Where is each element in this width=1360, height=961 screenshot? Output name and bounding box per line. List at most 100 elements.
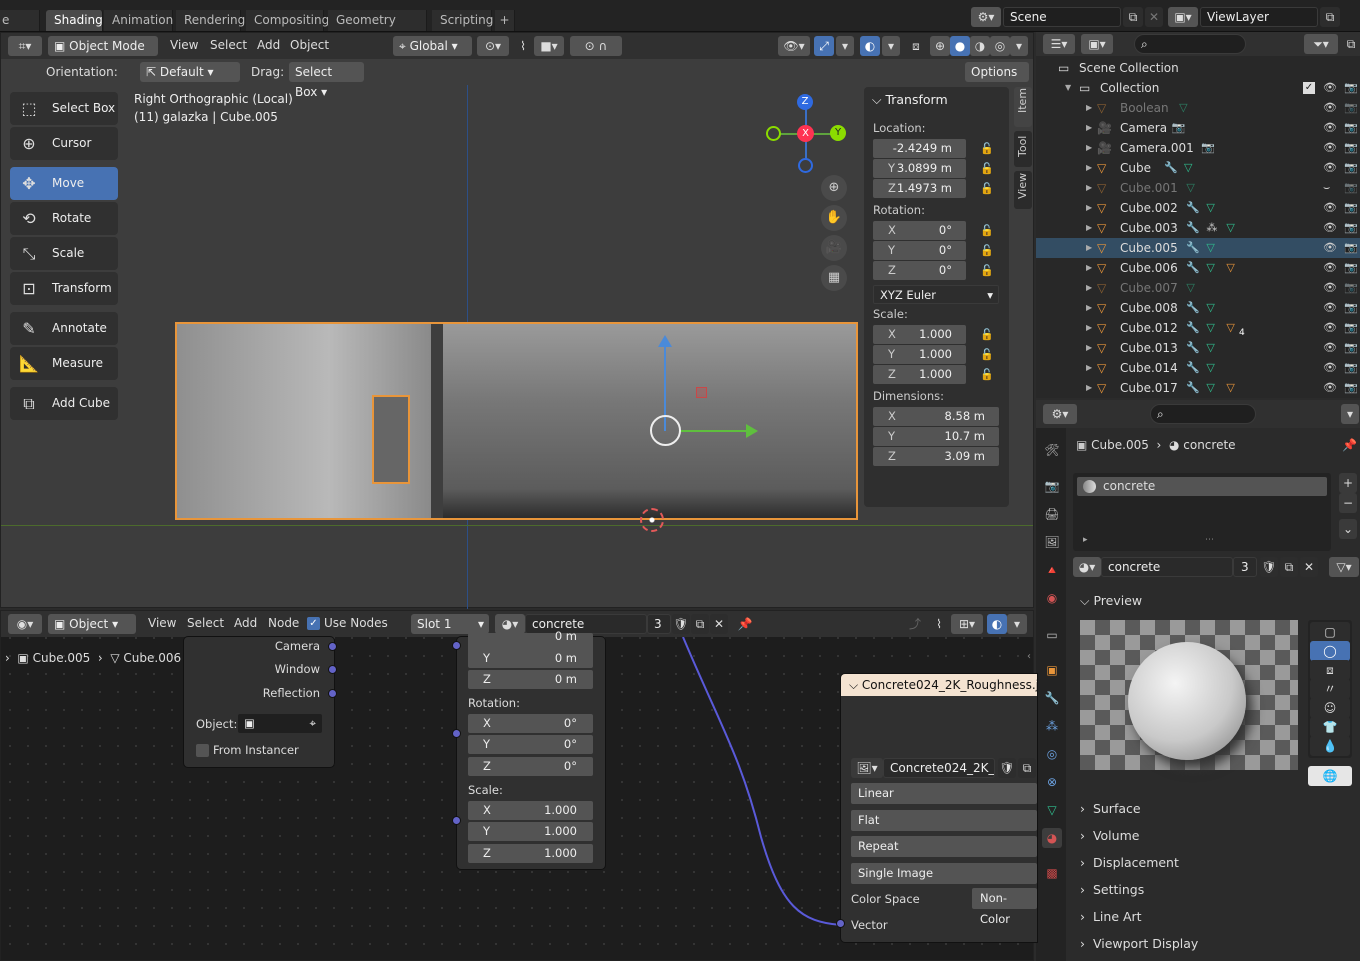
tab-texture-paint[interactable]: e Paint bbox=[0, 10, 40, 48]
dimensions-x-field[interactable]: X 8.58 m bbox=[873, 407, 999, 426]
outliner-row[interactable]: ▶ ▽ Cube.003 🔧 ⁂ ▽ 👁 📷 bbox=[1036, 218, 1360, 238]
new-scene-icon[interactable]: ⧉ bbox=[1123, 7, 1143, 27]
world-tab-icon[interactable]: ◉ bbox=[1042, 588, 1062, 608]
tool-cursor[interactable]: ⊕ Cursor bbox=[10, 127, 118, 160]
remove-slot-button[interactable]: − bbox=[1339, 493, 1357, 513]
object-tab-icon[interactable]: ▣ bbox=[1042, 660, 1062, 680]
preview-cube-icon[interactable]: ⧈ bbox=[1310, 660, 1350, 680]
ne-overlays-icon[interactable]: ◐ bbox=[987, 614, 1007, 634]
zoom-icon[interactable]: ⊕ bbox=[821, 175, 847, 201]
properties-search-input[interactable]: ⌕ bbox=[1150, 404, 1256, 424]
render-camera-icon[interactable]: 📷 bbox=[1344, 298, 1358, 318]
texture-tab-icon[interactable]: ▩ bbox=[1042, 863, 1062, 883]
node-editor-type-icon[interactable]: ◉▾ bbox=[8, 614, 42, 634]
camera-view-icon[interactable]: 🎥 bbox=[821, 235, 847, 261]
section-volume[interactable]: › Volume bbox=[1080, 828, 1139, 843]
properties-editor-type-icon[interactable]: ⚙▾ bbox=[1043, 404, 1077, 424]
outliner-row[interactable]: ▶ ▽ Cube.005 🔧 ▽ 👁 📷 bbox=[1036, 238, 1360, 258]
gizmo-plane-handle[interactable] bbox=[696, 387, 707, 398]
eye-icon[interactable]: 👁 bbox=[1323, 218, 1337, 238]
data-tab-icon[interactable]: ▽ bbox=[1042, 800, 1062, 820]
mapping-scale-y-field[interactable]: Y 1.000 bbox=[468, 822, 593, 841]
list-expand-icon[interactable]: ▸ bbox=[1083, 535, 1088, 545]
material-slot-row[interactable]: concrete bbox=[1077, 477, 1327, 496]
tool-add-cube[interactable]: ⧉ Add Cube bbox=[10, 387, 118, 420]
eye-icon[interactable]: 👁 bbox=[1323, 358, 1337, 378]
tab-animation[interactable]: Animation bbox=[104, 10, 173, 31]
render-camera-icon[interactable]: 📷 bbox=[1344, 158, 1358, 178]
display-mode-icon[interactable]: ▣▾ bbox=[1081, 34, 1113, 54]
3d-cursor[interactable] bbox=[640, 508, 664, 532]
render-camera-icon[interactable]: 📷 bbox=[1344, 98, 1358, 118]
outliner-row[interactable]: ▶ ▽ Cube 🔧 ▽ 👁 📷 bbox=[1036, 158, 1360, 178]
section-viewport-display[interactable]: › Viewport Display bbox=[1080, 936, 1198, 951]
options-dropdown[interactable]: Options ▾ bbox=[965, 62, 1029, 99]
outliner-search-input[interactable]: ⌕ bbox=[1134, 34, 1246, 54]
outliner-row[interactable]: ▶ ▽ Boolean ▽ 👁 📷 bbox=[1036, 98, 1360, 118]
ne-snap-target-icon[interactable]: ⊞▾ bbox=[951, 614, 983, 634]
overlays-options-icon[interactable]: ▾ bbox=[882, 36, 900, 56]
outliner-row[interactable]: ▶ ▽ Cube.017 🔧 ▽ ▽ 👁 📷 bbox=[1036, 378, 1360, 398]
material-shading-icon[interactable]: ◑ bbox=[970, 36, 990, 56]
rendered-shading-icon[interactable]: ◎ bbox=[990, 36, 1010, 56]
new-collection-icon[interactable]: ⧉ bbox=[1342, 34, 1360, 54]
preview-hair-icon[interactable]: 〃 bbox=[1310, 679, 1350, 699]
image-node-header[interactable]: ⌵ Concrete024_2K_Roughness.jpg bbox=[841, 674, 1037, 696]
gizmo-toggle-icon[interactable]: ⤢ bbox=[814, 36, 834, 56]
mesh-data-icon[interactable]: ▽ bbox=[1206, 338, 1214, 358]
preview-fluid-icon[interactable]: 💧 bbox=[1310, 736, 1350, 756]
unlink-material-icon[interactable]: ✕ bbox=[1300, 557, 1318, 577]
expand-icon[interactable]: ▶ bbox=[1086, 238, 1092, 258]
render-camera-icon[interactable]: 📷 bbox=[1344, 78, 1358, 98]
lock-icon[interactable]: 🔓 bbox=[980, 244, 994, 257]
modifier-icon[interactable]: 🔧 bbox=[1164, 158, 1178, 178]
lock-icon[interactable]: 🔓 bbox=[980, 142, 994, 155]
scene-selector-icon[interactable]: ⚙▾ bbox=[971, 7, 1001, 27]
eye-icon[interactable]: 👁 bbox=[1323, 258, 1337, 278]
eye-icon[interactable]: 👁 bbox=[1323, 378, 1337, 398]
outliner[interactable]: ☰▾ ▣▾ ⌕ ⏷▾ ⧉ ▭ Scene Collection ▼ ▭ Collect… bbox=[1036, 32, 1360, 398]
image-fake-user-icon[interactable]: 🛡 bbox=[998, 758, 1016, 778]
scale-z-field[interactable]: Z 1.000 bbox=[873, 365, 966, 384]
expand-icon[interactable]: ▼ bbox=[1065, 78, 1071, 98]
outliner-row[interactable]: ▶ ▽ Cube.001 ▽ ⌣ 📷 bbox=[1036, 178, 1360, 198]
mode-dropdown[interactable]: ▣ Object Mode ▾ bbox=[48, 36, 158, 73]
ne-menu-add[interactable]: Add bbox=[234, 616, 257, 630]
3d-viewport[interactable]: ⌗▾ ▣ Object Mode ▾ View Select Add Objec… bbox=[0, 32, 1034, 609]
output-tab-icon[interactable]: 🖨 bbox=[1042, 504, 1062, 524]
mesh-data-icon[interactable]: ▽ bbox=[1206, 358, 1214, 378]
outliner-row[interactable]: ▶ ▽ Cube.002 🔧 ▽ 👁 📷 bbox=[1036, 198, 1360, 218]
expand-icon[interactable]: ▶ bbox=[1086, 158, 1092, 178]
snap-icon[interactable]: ⌇ bbox=[514, 36, 532, 56]
material-slot-list[interactable]: concrete ▸ ⋯ bbox=[1073, 473, 1331, 551]
mapping-location-y-field[interactable]: Y 0 m bbox=[468, 649, 593, 668]
mesh-data-icon[interactable]: ▽ bbox=[1206, 298, 1214, 318]
render-tab-icon[interactable]: 📷 bbox=[1042, 476, 1062, 496]
modifier-icon[interactable]: 🔧 bbox=[1186, 238, 1200, 258]
expand-icon[interactable]: ▶ bbox=[1086, 358, 1092, 378]
mapping-scale-x-field[interactable]: X 1.000 bbox=[468, 801, 593, 820]
ne-material-name-field[interactable]: concrete bbox=[525, 614, 647, 634]
reflection-socket[interactable] bbox=[328, 689, 337, 698]
render-camera-icon[interactable]: 📷 bbox=[1344, 178, 1358, 198]
outliner-scene-collection[interactable]: ▭ Scene Collection bbox=[1036, 58, 1360, 78]
outliner-editor-type-icon[interactable]: ☰▾ bbox=[1043, 34, 1075, 54]
outliner-row[interactable]: ▶ 🎥 Camera.001 📷 👁 📷 bbox=[1036, 138, 1360, 158]
gizmo-center-circle[interactable] bbox=[650, 415, 681, 446]
sidebar-toggle-icon[interactable]: ‹ bbox=[1027, 651, 1031, 662]
physics-tab-icon[interactable]: ◎ bbox=[1042, 744, 1062, 764]
link-mode-icon[interactable]: ▽▾ bbox=[1329, 557, 1359, 577]
tool-rotate[interactable]: ⟲ Rotate bbox=[10, 202, 118, 235]
proportional-edit-icon[interactable]: ⊙ ∩ bbox=[570, 36, 622, 56]
image-browse-icon[interactable]: 🖼▾ bbox=[851, 758, 883, 778]
rotation-mode-dropdown[interactable]: XYZ Euler ▾ bbox=[873, 285, 999, 304]
pan-hand-icon[interactable]: ✋ bbox=[821, 205, 847, 231]
lock-icon[interactable]: 🔓 bbox=[980, 162, 994, 175]
ne-fake-user-icon[interactable]: 🛡 bbox=[672, 614, 690, 634]
expand-icon[interactable]: ▶ bbox=[1086, 98, 1092, 118]
eye-icon[interactable]: 👁 bbox=[1323, 298, 1337, 318]
tool-measure[interactable]: 📐 Measure bbox=[10, 347, 118, 380]
outliner-row[interactable]: ▶ ▽ Cube.013 🔧 ▽ 👁 📷 bbox=[1036, 338, 1360, 358]
snap-target-icon[interactable]: ■▾ bbox=[534, 36, 564, 56]
mapping-rotation-z-field[interactable]: Z 0° bbox=[468, 757, 593, 776]
